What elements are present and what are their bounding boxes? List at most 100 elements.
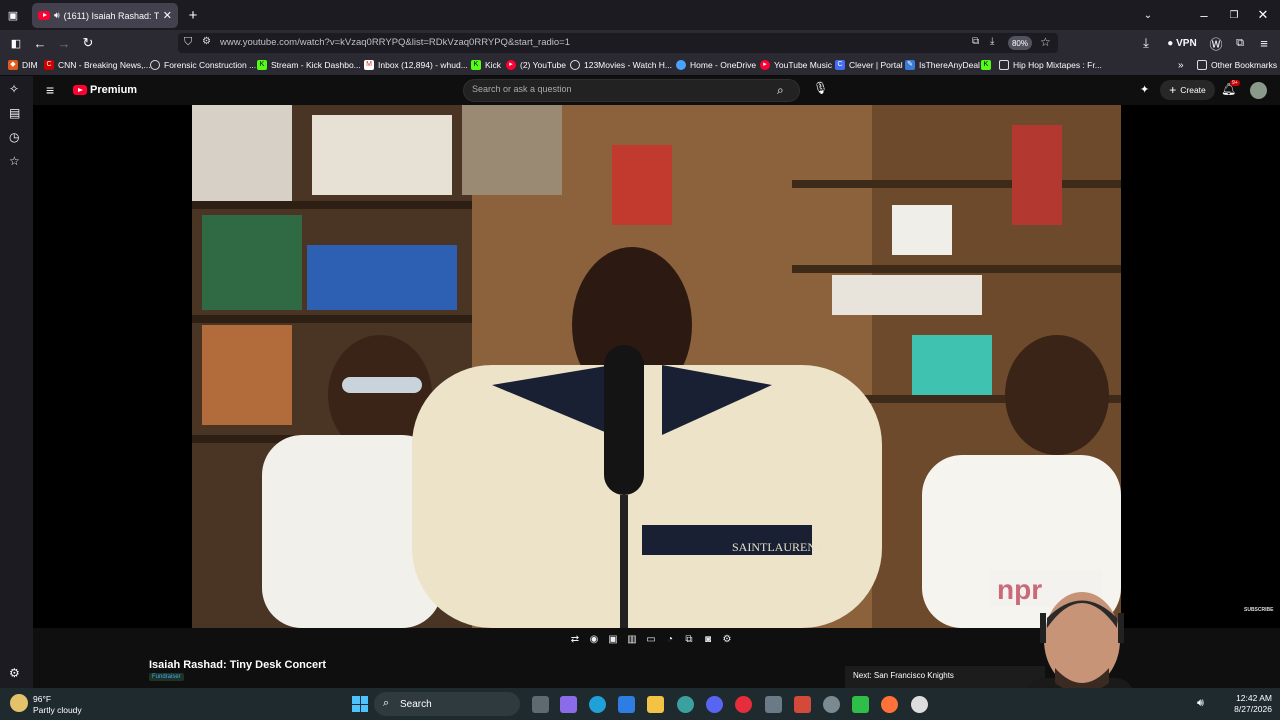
theater-icon[interactable]: ▭	[644, 632, 658, 646]
browser-tab-active[interactable]: 🔊︎ (1611) Isaiah Rashad: Tiny D ✕	[32, 3, 178, 28]
video-frame: SAINTLAURENT npr	[192, 105, 1121, 628]
bookmark-item[interactable]: Forensic Construction ...	[150, 60, 256, 70]
system-clock[interactable]: 12:42 AM 8/27/2026	[1220, 693, 1272, 715]
speaker-icon[interactable]: 🔊︎	[54, 10, 60, 21]
bookmark-item[interactable]: Hip Hop Mixtapes : Fr...	[999, 60, 1102, 70]
bookmark-item[interactable]: 123Movies - Watch H...	[570, 60, 672, 70]
plus-icon: +	[1169, 83, 1177, 97]
voice-search-icon[interactable]: 🎙︎	[813, 81, 828, 95]
settings-gear-icon[interactable]: ⚙	[720, 632, 734, 646]
site-info-icon[interactable]: ⚙	[202, 36, 211, 47]
chevron-down-icon[interactable]: ⌄	[1141, 8, 1155, 22]
synced-tabs-icon[interactable]: ▤	[9, 106, 20, 120]
bookmarks-icon[interactable]: ☆	[9, 154, 20, 168]
play-app-icon[interactable]	[852, 696, 869, 713]
app-icon[interactable]	[677, 696, 694, 713]
restore-icon[interactable]: ❐	[1227, 8, 1241, 22]
weather-widget[interactable]: 96°F Partly cloudy	[33, 694, 82, 716]
loop-icon[interactable]: ⇄	[568, 632, 582, 646]
copilot-icon[interactable]	[560, 696, 577, 713]
bookmark-label: Home - OneDrive	[690, 60, 757, 70]
store-icon[interactable]	[618, 696, 635, 713]
firefox-icon[interactable]	[881, 696, 898, 713]
create-button[interactable]: + Create	[1160, 80, 1215, 100]
fundraiser-badge[interactable]: Fundraiser	[149, 673, 184, 681]
audio-icon[interactable]: ◉	[587, 632, 601, 646]
kick-favicon-icon: K	[471, 60, 481, 70]
ai-sparkle-icon[interactable]: ✦	[1140, 83, 1149, 96]
account-icon[interactable]: Ⓦ	[1209, 36, 1223, 52]
settings-icon[interactable]	[765, 696, 782, 713]
mini-player-icon[interactable]: ⧉	[682, 632, 696, 646]
url-bar[interactable]: ⛉ ⚙ www.youtube.com/watch?v=kVzaq0RRYPQ&…	[178, 33, 1058, 53]
browser-tab-bar: ▣ 🔊︎ (1611) Isaiah Rashad: Tiny D ✕ + ⌄ …	[0, 0, 1280, 30]
video-player[interactable]: SAINTLAURENT npr	[192, 105, 1121, 628]
weather-icon[interactable]	[10, 694, 28, 712]
menu-icon[interactable]: ≡	[1257, 36, 1271, 51]
windows-taskbar: 96°F Partly cloudy ⌕ Search 🔊︎ 12:42 AM 8/2…	[0, 688, 1280, 720]
ai-chat-icon[interactable]: ✧	[9, 82, 19, 96]
extensions-icon[interactable]: ⧉	[1233, 36, 1247, 50]
close-window-icon[interactable]: ✕	[1256, 7, 1270, 22]
cnn-favicon-icon: C	[44, 60, 54, 70]
hamburger-menu-icon[interactable]: ≡	[46, 82, 54, 98]
zoom-level[interactable]: 80%	[1008, 36, 1032, 50]
history-icon[interactable]: ◷	[9, 130, 19, 144]
bookmark-star-icon[interactable]: ☆	[1040, 35, 1051, 49]
bookmark-item[interactable]: K Kick	[471, 60, 501, 70]
media-player-icon[interactable]	[735, 696, 752, 713]
search-icon[interactable]: ⌕	[777, 83, 784, 98]
page-icon	[999, 60, 1009, 70]
start-windows-icon[interactable]	[352, 696, 368, 712]
file-explorer-icon[interactable]	[647, 696, 664, 713]
forward-icon[interactable]: →	[57, 36, 71, 51]
speed-icon[interactable]: ◔	[663, 632, 677, 646]
obs-icon[interactable]	[911, 696, 928, 713]
downloads-icon[interactable]: ⤓	[1139, 35, 1153, 50]
customize-icon[interactable]: ⚙	[9, 666, 20, 680]
app-icon[interactable]	[794, 696, 811, 713]
bookmark-item[interactable]: Home - OneDrive	[676, 60, 756, 70]
bookmark-item[interactable]: C CNN - Breaking News,...	[44, 60, 151, 70]
bookmarks-overflow-icon[interactable]: »	[1178, 60, 1184, 71]
itad-favicon-icon: ✎	[905, 60, 915, 70]
taskbar-search[interactable]: ⌕ Search	[374, 692, 520, 716]
save-page-icon[interactable]: ⤓	[990, 36, 994, 47]
close-tab-icon[interactable]: ✕	[163, 9, 172, 22]
app-icon[interactable]	[823, 696, 840, 713]
bookmark-item[interactable]: K	[981, 60, 995, 70]
new-tab-icon[interactable]: +	[186, 7, 200, 24]
bookmark-item[interactable]: K Stream - Kick Dashbo...	[257, 60, 361, 70]
youtube-favicon-icon	[38, 11, 50, 20]
clip-icon[interactable]: ▥	[625, 632, 639, 646]
camera-icon[interactable]: ◙	[701, 632, 715, 646]
bookmark-item[interactable]: ▸ (2) YouTube	[506, 60, 566, 70]
search-input[interactable]	[472, 84, 762, 94]
shield-icon[interactable]: ⛉	[184, 36, 192, 49]
tab-list-icon[interactable]: ▣	[6, 8, 20, 22]
url-text[interactable]: www.youtube.com/watch?v=kVzaq0RRYPQ&list…	[220, 37, 570, 48]
bookmark-item[interactable]: ✎ IsThereAnyDeal	[905, 60, 980, 70]
minimize-icon[interactable]: –	[1197, 8, 1211, 23]
subscribe-watermark[interactable]: SUBSCRIBE	[1244, 607, 1273, 613]
youtube-logo[interactable]: Premium	[73, 84, 137, 96]
edge-icon[interactable]	[589, 696, 606, 713]
sidebar-toggle-icon[interactable]: ◧	[9, 36, 23, 50]
pip-icon[interactable]: ⧉	[972, 36, 979, 47]
discord-icon[interactable]	[706, 696, 723, 713]
youtube-music-icon: ▸	[760, 60, 770, 70]
bookmark-label: (2) YouTube	[520, 60, 566, 70]
search-icon: ⌕	[383, 697, 390, 709]
bookmark-item[interactable]: ▸ YouTube Music	[760, 60, 832, 70]
avatar[interactable]	[1250, 82, 1267, 99]
task-view-icon[interactable]	[532, 696, 549, 713]
other-bookmarks[interactable]: Other Bookmarks	[1197, 60, 1277, 70]
bookmark-item[interactable]: M Inbox (12,894) - whud...	[364, 60, 468, 70]
bookmark-item[interactable]: C Clever | Portal	[835, 60, 903, 70]
bookmark-item[interactable]: ◆ DIM	[8, 60, 38, 70]
vpn-button[interactable]: ● VPN	[1163, 36, 1201, 50]
reload-icon[interactable]: ↻	[81, 35, 95, 50]
back-icon[interactable]: ←	[33, 36, 47, 51]
volume-icon[interactable]: 🔊︎	[1197, 697, 1204, 710]
screenshot-icon[interactable]: ▣	[606, 632, 620, 646]
